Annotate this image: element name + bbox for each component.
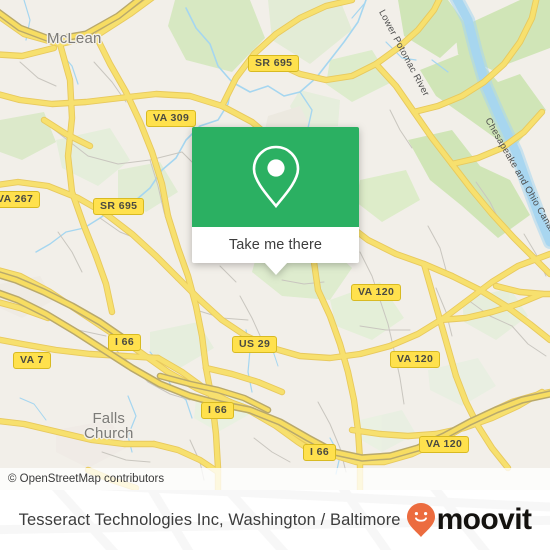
map-pin-icon bbox=[252, 145, 299, 209]
road-shield-va-309: VA 309 bbox=[146, 110, 197, 127]
road-shield-i-66-south: I 66 bbox=[303, 444, 337, 461]
road-shield-sr-695-west: SR 695 bbox=[93, 198, 145, 215]
road-shield-va-267: VA 267 bbox=[0, 191, 41, 208]
location-callout[interactable]: Take me there bbox=[192, 127, 359, 275]
place-title: Tesseract Technologies Inc, Washington /… bbox=[18, 510, 401, 529]
road-shield-sr-695-north: SR 695 bbox=[248, 55, 300, 72]
osm-attribution[interactable]: © OpenStreetMap contributors bbox=[0, 468, 550, 490]
moovit-pin-icon bbox=[406, 503, 435, 537]
footer-content: Tesseract Technologies Inc, Washington /… bbox=[19, 502, 532, 538]
footer-bar: Tesseract Technologies Inc, Washington /… bbox=[0, 490, 550, 550]
road-shield-va-120-mid: VA 120 bbox=[390, 351, 441, 368]
road-shield-i-66-mid: I 66 bbox=[201, 402, 235, 419]
road-shield-i-66-west: I 66 bbox=[108, 334, 142, 351]
map-page: .rd { fill:none; stroke:#f7e06e; stroke-… bbox=[0, 0, 550, 550]
road-shield-va-120-south: VA 120 bbox=[419, 436, 470, 453]
callout-pointer bbox=[263, 262, 288, 275]
road-shield-va-7: VA 7 bbox=[13, 352, 51, 369]
take-me-there-button[interactable]: Take me there bbox=[192, 227, 359, 263]
callout-green-panel bbox=[192, 127, 359, 227]
moovit-wordmark: moovit bbox=[436, 503, 532, 536]
road-shield-us-29: US 29 bbox=[232, 336, 278, 353]
road-shield-va-120-north: VA 120 bbox=[351, 284, 402, 301]
moovit-logo[interactable]: moovit bbox=[406, 502, 532, 538]
